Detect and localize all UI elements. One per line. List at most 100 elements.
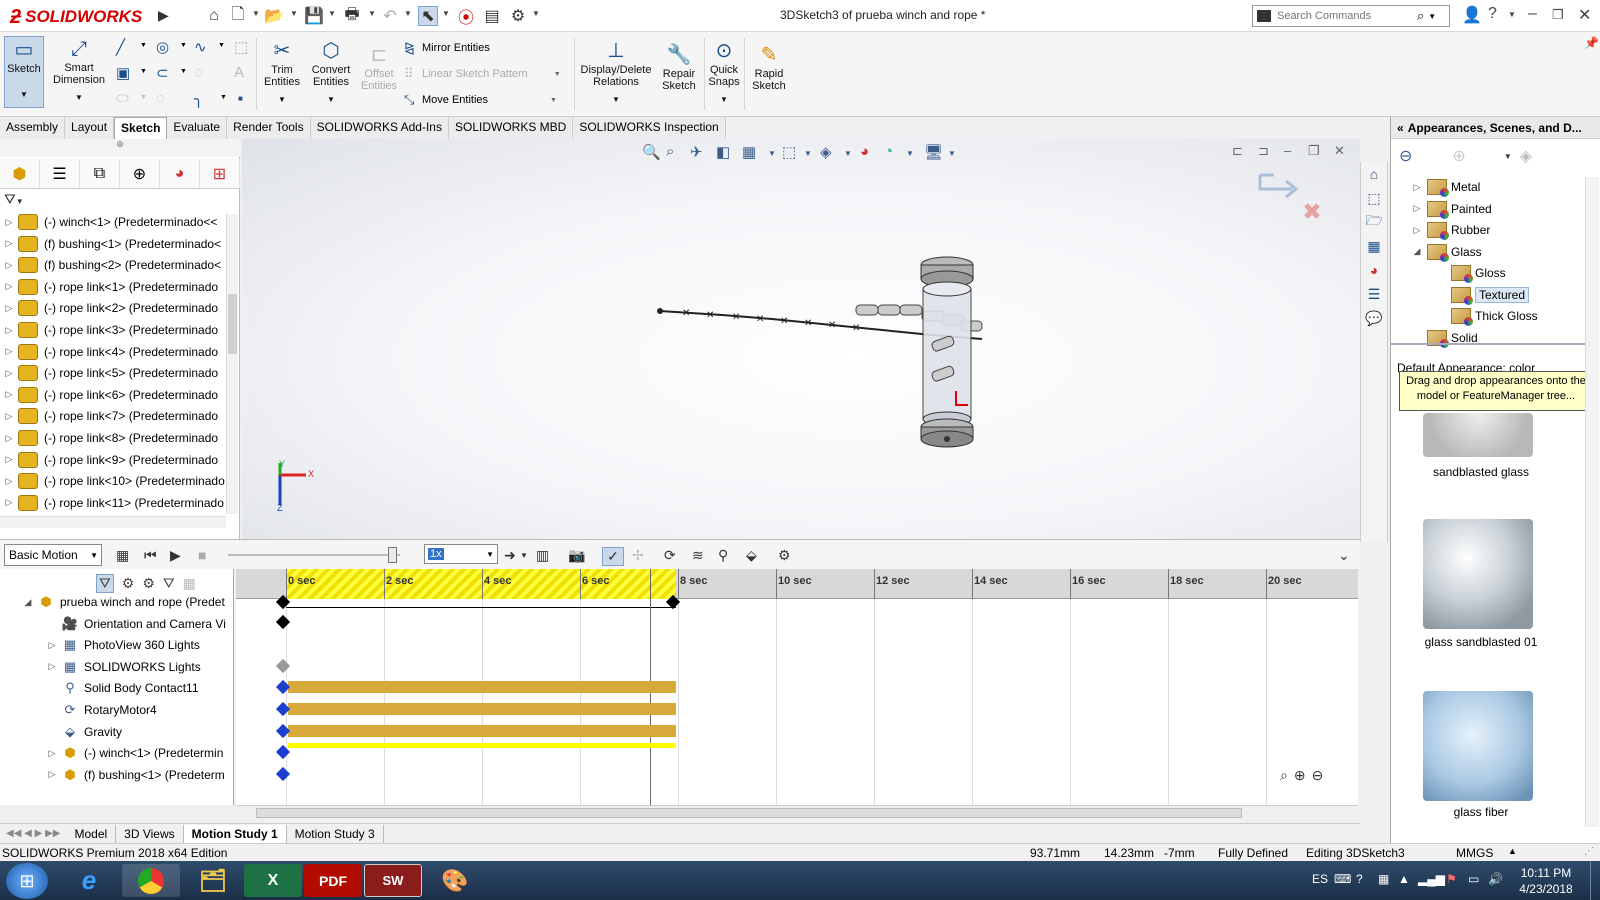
- motion-timeline[interactable]: 0 sec 2 sec 4 sec 6 sec 8 sec 10 sec 12 sec 14 …: [236, 569, 1358, 805]
- search-commands-field[interactable]: ⌕▼: [1252, 5, 1450, 27]
- point-marker-icon[interactable]: ■: [238, 94, 243, 103]
- minimize-window-icon[interactable]: –: [1528, 5, 1537, 23]
- collapse-motion-manager-icon[interactable]: ⌄: [1338, 547, 1350, 564]
- zoom-to-fit-timeline-icon[interactable]: ⌕: [1280, 767, 1288, 784]
- home-icon[interactable]: ⌂: [204, 6, 224, 26]
- expand-arrow-icon[interactable]: ▷: [0, 238, 18, 249]
- camera-keypoint[interactable]: [275, 614, 291, 630]
- chevron-down-icon[interactable]: ▼: [906, 149, 914, 158]
- chevron-down-icon[interactable]: ▼: [532, 9, 540, 18]
- motor-icon[interactable]: ⟳: [664, 547, 676, 564]
- tab-scroll-arrows-icon[interactable]: ◀◀ ◀ ▶ ▶▶: [0, 828, 66, 839]
- expand-arrow-icon[interactable]: ▷: [0, 454, 18, 465]
- appearance-folder-item[interactable]: Thick Gloss: [1431, 305, 1538, 327]
- glass-fiber-swatch[interactable]: [1423, 691, 1533, 801]
- chevron-down-icon[interactable]: ▼: [278, 94, 286, 106]
- motion-tree-item[interactable]: ▷ ▦ SOLIDWORKS Lights: [0, 656, 234, 678]
- paint-icon[interactable]: 🎨: [426, 864, 484, 897]
- graphics-area[interactable]: 🔍 ⌕ ✈ ◧ ▦ ▼ ⬚ ▼ ◈ ▼ ◕ ◔ ▼ 🖥 ▼ ⊏ ⊐ – ❐ ✕ …: [242, 139, 1360, 539]
- feature-tree-item[interactable]: ▷ (-) rope link<7> (Predeterminado: [0, 405, 232, 427]
- motion-tree-item[interactable]: ▷ ⬢ (f) bushing<1> (Predeterm: [0, 764, 234, 786]
- lights-keypoint[interactable]: [275, 658, 291, 674]
- chevron-down-icon[interactable]: ▼: [140, 68, 147, 75]
- expand-arrow-icon[interactable]: ▷: [1407, 203, 1427, 214]
- next-tile-icon[interactable]: ⊐: [1258, 143, 1269, 159]
- select-cursor-icon[interactable]: ⬉: [418, 6, 438, 26]
- spline-icon[interactable]: ∿: [194, 38, 207, 56]
- options-gear-icon[interactable]: ⚙: [508, 6, 528, 26]
- point-icon[interactable]: ◌: [194, 64, 203, 81]
- edit-appearance-icon[interactable]: ◕: [860, 143, 869, 160]
- previous-view-icon[interactable]: ✈: [690, 143, 703, 161]
- network-signal-icon[interactable]: ▂▄▆: [1418, 872, 1445, 886]
- tab-solidworks-mbd[interactable]: SOLIDWORKS MBD: [448, 117, 574, 139]
- appearances-scenes-icon[interactable]: ◕: [1361, 258, 1387, 282]
- glass-sandblasted-01-swatch[interactable]: [1423, 519, 1533, 629]
- flag-icon[interactable]: ⚑: [1446, 872, 1457, 886]
- rectangle-icon[interactable]: ▣: [116, 64, 130, 82]
- chevron-down-icon[interactable]: ▼: [554, 71, 561, 78]
- chevron-down-icon[interactable]: ▼: [290, 9, 298, 18]
- feature-tree-item[interactable]: ▷ (-) rope link<1> (Predeterminado: [0, 276, 232, 298]
- chevron-down-icon[interactable]: ▼: [1504, 152, 1512, 161]
- back-arrow-icon[interactable]: ⊖: [1399, 146, 1412, 166]
- move-entities-button[interactable]: ⤡ Move Entities ▼: [404, 92, 557, 108]
- internet-explorer-icon[interactable]: e: [60, 864, 118, 897]
- appearance-folder-item[interactable]: Textured: [1431, 284, 1530, 306]
- chevron-down-icon[interactable]: ▼: [368, 9, 376, 18]
- playback-slider[interactable]: [228, 554, 400, 556]
- feature-tree-item[interactable]: ▷ (-) rope link<6> (Predeterminado: [0, 384, 232, 406]
- motion-tree-item[interactable]: ⚲ Solid Body Contact11: [0, 677, 234, 699]
- rapid-sketch-button[interactable]: ✎ Rapid Sketch: [748, 42, 790, 92]
- plane-icon[interactable]: ◌: [156, 90, 165, 107]
- trim-entities-button[interactable]: ✂ Trim Entities ▼: [260, 38, 304, 106]
- chevron-down-icon[interactable]: ▼: [612, 94, 620, 106]
- restore-doc-icon[interactable]: ❐: [1308, 143, 1320, 159]
- dynamic-annotation-icon[interactable]: ▦: [742, 143, 756, 161]
- chevron-down-icon[interactable]: ▼: [404, 9, 412, 18]
- chevron-down-icon[interactable]: ▼: [948, 149, 956, 158]
- feature-tree-item[interactable]: ▷ (-) rope link<5> (Predeterminado: [0, 362, 232, 384]
- zoom-to-fit-icon[interactable]: 🔍: [642, 143, 661, 161]
- mirror-entities-button[interactable]: ⧎ Mirror Entities: [404, 40, 490, 56]
- chevron-down-icon[interactable]: ▼: [75, 92, 83, 104]
- custom-properties-icon[interactable]: ☰: [1361, 282, 1387, 306]
- show-desktop-button[interactable]: [1590, 861, 1600, 900]
- chevron-down-icon[interactable]: ▼: [218, 42, 225, 49]
- chevron-down-icon[interactable]: ▼: [328, 9, 336, 18]
- autokey-icon[interactable]: ✓: [602, 547, 624, 566]
- motion-tree-item[interactable]: ◢ ⬢ prueba winch and rope (Predet: [0, 591, 234, 613]
- keyboard-icon[interactable]: ⌨: [1334, 872, 1351, 886]
- chevron-down-icon[interactable]: ▼: [140, 42, 147, 49]
- sketch-button[interactable]: ▭ Sketch ▼: [4, 36, 44, 108]
- playback-mode-icon[interactable]: ➜: [504, 547, 516, 564]
- expand-arrow-icon[interactable]: ▷: [1407, 182, 1427, 193]
- chevron-down-icon[interactable]: ▼: [180, 68, 187, 75]
- zoom-out-icon[interactable]: ⊖: [1312, 767, 1324, 784]
- cam-icon[interactable]: ⊞: [200, 159, 240, 188]
- scrollbar-thumb[interactable]: [228, 294, 237, 354]
- language-indicator[interactable]: ES: [1312, 872, 1328, 886]
- design-library-icon[interactable]: ⬚: [1361, 186, 1387, 210]
- feature-tree-item[interactable]: ▷ (-) rope link<8> (Predeterminado: [0, 427, 232, 449]
- feature-tree-item[interactable]: ▷ (-) rope link<2> (Predeterminado: [0, 297, 232, 319]
- help-icon[interactable]: ?: [1488, 5, 1497, 23]
- display-delete-relations-button[interactable]: ⊥ Display/Delete Relations ▼: [578, 38, 654, 106]
- animation-wizard-icon[interactable]: 📷: [568, 547, 585, 564]
- zoom-to-area-icon[interactable]: ⌕: [666, 143, 674, 160]
- pane-divider[interactable]: [1391, 343, 1587, 345]
- motion-tree-item[interactable]: 🎥 Orientation and Camera Vi: [0, 613, 234, 635]
- chevron-down-icon[interactable]: ▼: [20, 89, 28, 101]
- system-clock[interactable]: 10:11 PM 4/23/2018: [1506, 865, 1586, 897]
- tab-evaluate[interactable]: Evaluate: [167, 117, 228, 139]
- playback-speed-select[interactable]: 1x ▼: [424, 544, 498, 564]
- zoom-in-icon[interactable]: ⊕: [1294, 767, 1306, 784]
- forward-arrow-icon[interactable]: ⊕: [1452, 146, 1465, 166]
- display-manager-icon[interactable]: ◕: [160, 159, 200, 188]
- tree-horizontal-scrollbar[interactable]: [0, 516, 226, 528]
- menu-expand-icon[interactable]: ▶: [158, 7, 169, 24]
- chevron-down-icon[interactable]: ▼: [1428, 12, 1436, 21]
- excel-icon[interactable]: X: [244, 864, 302, 897]
- collapse-icon[interactable]: «: [1397, 121, 1404, 135]
- property-manager-icon[interactable]: ☰: [40, 159, 80, 188]
